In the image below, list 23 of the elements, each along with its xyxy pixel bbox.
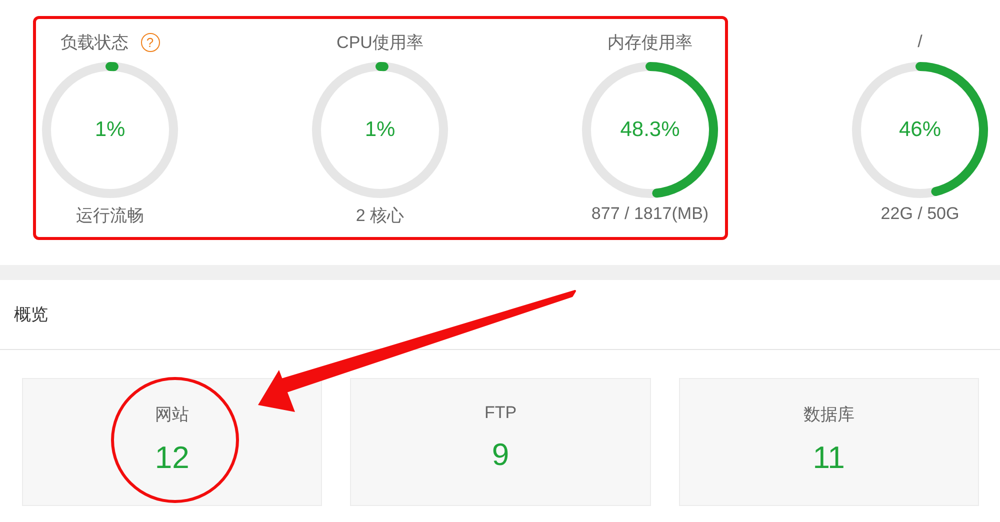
stat-card[interactable]: FTP 9 — [350, 378, 651, 506]
gauge-detail: 877 / 1817(MB) — [591, 204, 709, 224]
stat-count: 11 — [812, 440, 845, 476]
stat-label: 网站 — [155, 404, 190, 426]
stat-count: 9 — [492, 437, 510, 473]
gauge-title: 内存使用率 — [608, 32, 692, 54]
section-title: 概览 — [14, 304, 48, 326]
gauge-value: 48.3% — [619, 118, 681, 142]
gauge-detail: 运行流畅 — [76, 205, 144, 227]
gauge-value: 1% — [364, 118, 396, 142]
gauge-value: 46% — [898, 118, 942, 142]
gauge-title: 负载状态 — [60, 32, 128, 54]
stat-label: 数据库 — [803, 404, 854, 426]
help-icon[interactable]: ? — [140, 32, 160, 52]
stat-card[interactable]: 网站 12 — [22, 378, 322, 506]
gauge-detail: 22G / 50G — [880, 204, 960, 224]
stat-card[interactable]: 数据库 11 — [678, 378, 979, 506]
stat-count: 12 — [154, 440, 190, 476]
gauge-value: 1% — [94, 118, 126, 142]
gauge-detail: 2 核心 — [356, 205, 404, 227]
gauge-title: CPU使用率 — [336, 32, 424, 54]
gauge-title: / — [918, 32, 922, 52]
stat-label: FTP — [484, 403, 517, 423]
